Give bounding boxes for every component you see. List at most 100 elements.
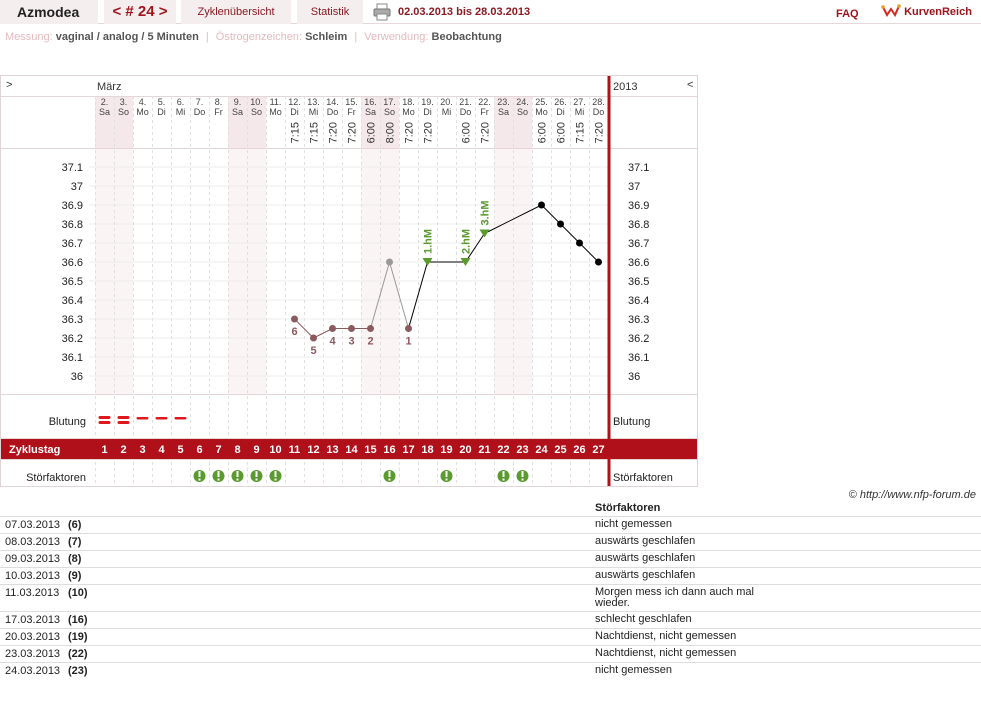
factor-icon-mark — [502, 471, 505, 477]
row-factor-text: auswärts geschlafen — [595, 535, 696, 547]
measurement-time: 8:00 — [385, 122, 397, 143]
factor-icon-mark — [198, 471, 201, 477]
temp-tick-left: 36.7 — [62, 238, 83, 250]
day-weekday: Mi — [442, 107, 452, 117]
measurement-time: 7:20 — [480, 122, 492, 143]
cycle-day-number: 22 — [497, 444, 509, 456]
table-row: 23.03.2013 (22) Nachtdienst, nicht gemesse… — [0, 645, 981, 662]
measurement-time: 7:20 — [423, 122, 435, 143]
bleeding-mark — [98, 416, 111, 419]
temp-point — [367, 325, 374, 332]
day-date: 27. — [573, 97, 586, 107]
day-date: 4. — [139, 97, 147, 107]
bleeding-mark — [155, 417, 168, 420]
cycle-day-number: 12 — [307, 444, 319, 456]
table-row: 10.03.2013 (9) auswärts geschlafen — [0, 567, 981, 584]
day-weekday: Di — [290, 107, 299, 117]
tab-statistics[interactable]: Statistik — [297, 0, 363, 24]
day-weekday: Sa — [232, 107, 243, 117]
factor-icon-mark — [521, 471, 524, 477]
temp-point — [405, 325, 412, 332]
day-weekday: Mi — [309, 107, 319, 117]
cycle-day-number: 4 — [158, 444, 165, 456]
print-icon[interactable] — [373, 0, 391, 24]
day-weekday: Do — [327, 107, 339, 117]
row-cycle-day: (9) — [68, 570, 82, 582]
row-date: 07.03.2013 — [5, 519, 61, 531]
cycle-navigator[interactable]: < # 24 > — [104, 0, 176, 24]
cycle-chart: > < März 2013 2. Sa 3. So 4. Mo 5. Di 6. Mi 7. Do 8. Fr 9.… — [0, 75, 698, 487]
cycle-day-number: 10 — [269, 444, 281, 456]
day-weekday: Mi — [176, 107, 186, 117]
row-date: 17.03.2013 — [5, 614, 61, 626]
table-row: 20.03.2013 (19) Nachtdienst, nicht gemesse… — [0, 628, 981, 645]
table-row: 24.03.2013 (23) nicht gemessen — [0, 662, 981, 679]
temp-tick-right: 36.4 — [628, 295, 649, 307]
temp-point — [557, 220, 564, 228]
day-date: 22. — [478, 97, 491, 107]
measurement-time: 7:15 — [309, 122, 321, 143]
cycle-chart-svg: > <März 20132.Sa3.So4.Mo5.Di6.Mi7.Do8.Fr9.… — [1, 76, 697, 486]
cycle-day-number: 19 — [440, 444, 452, 456]
day-weekday: Mo — [136, 107, 149, 117]
temp-tick-right: 36.2 — [628, 333, 649, 345]
temp-point — [576, 239, 583, 247]
factor-icon-dot — [236, 478, 239, 481]
day-weekday: Di — [556, 107, 565, 117]
temp-tick-left: 36.8 — [62, 219, 83, 231]
factor-icon-dot — [521, 478, 524, 481]
cycle-day-number: 1 — [101, 444, 107, 456]
factor-icon-mark — [236, 471, 239, 477]
day-weekday: Mo — [269, 107, 282, 117]
temp-tick-left: 36.1 — [62, 352, 83, 364]
temp-point — [386, 258, 393, 266]
row-cycle-day: (10) — [68, 587, 88, 599]
factor-icon-dot — [217, 478, 220, 481]
day-date: 17. — [383, 97, 396, 107]
row-factor-text: Nachtdienst, nicht gemessen — [595, 647, 737, 659]
usage-value: Beobachtung — [431, 31, 502, 43]
cycle-day-number: 24 — [535, 444, 548, 456]
row-date: 10.03.2013 — [5, 570, 61, 582]
temp-point — [595, 258, 602, 266]
day-date: 19. — [421, 97, 434, 107]
cycle-day-number: 17 — [402, 444, 414, 456]
bleeding-mark — [98, 421, 111, 424]
day-date: 10. — [250, 97, 263, 107]
day-date: 8. — [215, 97, 223, 107]
row-factor-text: Nachtdienst, nicht gemessen — [595, 630, 737, 642]
tab-cycle-overview[interactable]: Zyklenübersicht — [181, 0, 291, 24]
row-factor-text: nicht gemessen — [595, 664, 673, 676]
temp-tick-left: 36 — [71, 371, 83, 383]
year-label: 2013 — [613, 81, 637, 93]
usage-label: Verwendung: — [364, 31, 429, 43]
day-weekday: Sa — [99, 107, 110, 117]
day-weekday: Fr — [480, 107, 489, 117]
day-date: 25. — [535, 97, 548, 107]
kurvenreich-logo[interactable]: KurvenReich — [881, 0, 972, 24]
factor-icon-dot — [198, 478, 201, 481]
temp-tick-right: 36.9 — [628, 200, 649, 212]
temp-point — [329, 325, 336, 332]
day-date: 12. — [288, 97, 301, 107]
row-factor-text: schlecht geschlafen — [595, 613, 692, 625]
cycle-day-number: 6 — [196, 444, 202, 456]
day-date: 18. — [402, 97, 415, 107]
day-date: 21. — [459, 97, 472, 107]
temp-tick-left: 36.6 — [62, 257, 83, 269]
temp-tick-left: 36.2 — [62, 333, 83, 345]
cycle-day-number: 18 — [421, 444, 433, 456]
faq-link[interactable]: FAQ — [836, 2, 859, 26]
day-date: 20. — [440, 97, 453, 107]
low-measure-label: 2 — [367, 336, 373, 348]
day-date: 26. — [554, 97, 567, 107]
row-cycle-day: (22) — [68, 648, 88, 660]
cycle-day-number: 27 — [592, 444, 604, 456]
factor-icon-mark — [274, 471, 277, 477]
high-measure-label: 1.hM — [423, 229, 435, 254]
day-date: 24. — [516, 97, 529, 107]
day-weekday: So — [251, 107, 262, 117]
high-measure-label: 2.hM — [461, 229, 473, 254]
separator: | — [354, 31, 358, 43]
measurement-time: 6:00 — [556, 122, 568, 143]
